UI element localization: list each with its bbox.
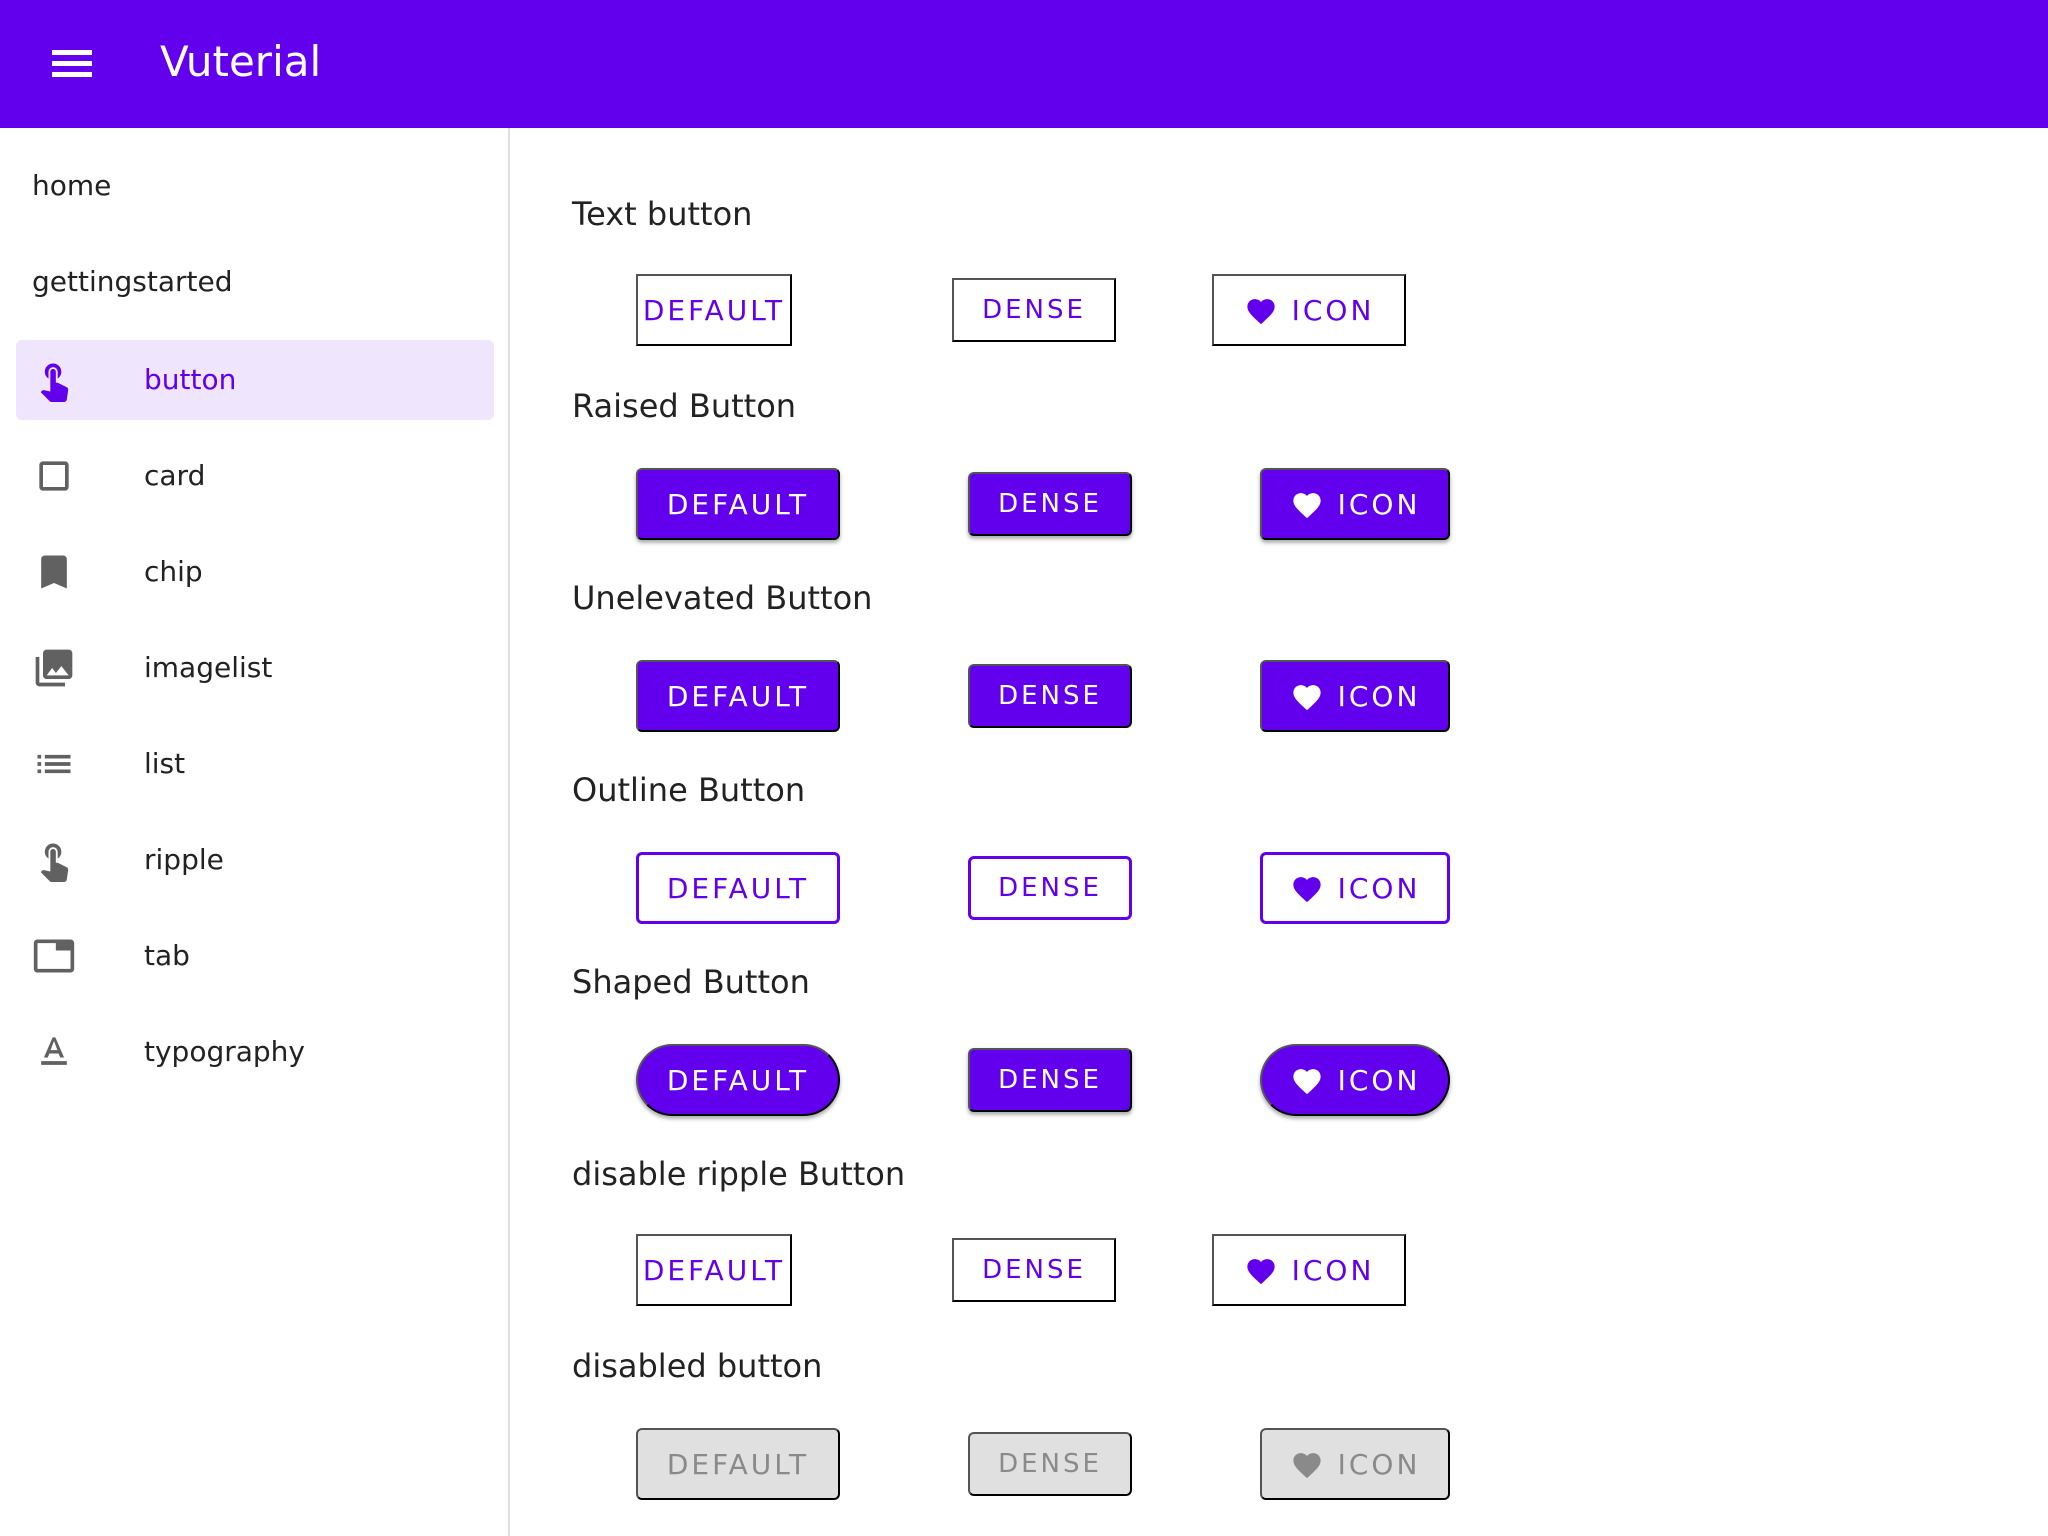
app-bar: Vuterial — [0, 0, 2048, 128]
section-title: Text button — [572, 195, 753, 233]
outline-icon-button[interactable]: ICON — [1260, 852, 1450, 924]
button-label: DEFAULT — [642, 1253, 786, 1287]
unelevated-default-button[interactable]: DEFAULT — [636, 660, 840, 732]
button-label: ICON — [1337, 487, 1421, 521]
heart-icon — [1292, 1069, 1321, 1095]
nav-item-ripple[interactable]: ripple — [16, 820, 494, 900]
button-label: DEFAULT — [666, 679, 810, 713]
button-label: ICON — [1337, 871, 1421, 905]
button-label: ICON — [1337, 679, 1421, 713]
raised-default-button[interactable]: DEFAULT — [636, 468, 840, 540]
nav-item-label: tab — [144, 939, 190, 972]
heart-icon — [1292, 1453, 1321, 1479]
raised-dense-button[interactable]: DENSE — [968, 472, 1132, 536]
shaped-icon-button[interactable]: ICON — [1260, 1044, 1450, 1116]
button-label: DEFAULT — [666, 871, 810, 905]
heart-icon — [1246, 299, 1275, 325]
button-label: DENSE — [998, 873, 1102, 903]
noripple-icon-button[interactable]: ICON — [1212, 1234, 1406, 1306]
button-label: ICON — [1291, 293, 1375, 327]
nav-item-gettingstarted[interactable]: gettingstarted — [16, 242, 494, 322]
touch-app-icon — [40, 843, 69, 882]
nav-item-list[interactable]: list — [16, 724, 494, 804]
nav-item-chip[interactable]: chip — [16, 532, 494, 612]
text-format-icon — [41, 1037, 67, 1065]
nav-item-home[interactable]: home — [16, 146, 494, 226]
text-default-button[interactable]: DEFAULT — [636, 274, 792, 346]
nav-item-label: home — [32, 169, 112, 202]
section-title: Outline Button — [572, 771, 806, 809]
raised-icon-button[interactable]: ICON — [1260, 468, 1450, 540]
disabled-default-button: DEFAULT — [636, 1428, 840, 1500]
navigation-drawer: home gettingstarted button card chip ima… — [0, 128, 510, 1536]
disabled-dense-button: DENSE — [968, 1432, 1132, 1496]
nav-item-typography[interactable]: typography — [16, 1012, 494, 1092]
button-label: DENSE — [998, 489, 1102, 519]
heart-icon — [1292, 493, 1321, 519]
nav-item-label: ripple — [144, 843, 224, 876]
noripple-dense-button[interactable]: DENSE — [952, 1238, 1116, 1302]
outline-default-button[interactable]: DEFAULT — [636, 852, 840, 924]
text-dense-button[interactable]: DENSE — [952, 278, 1116, 342]
shaped-dense-button[interactable]: DENSE — [968, 1048, 1132, 1112]
nav-item-button[interactable]: button — [16, 340, 494, 420]
photo-library-icon — [35, 649, 73, 687]
heart-icon — [1292, 877, 1321, 903]
heart-icon — [1292, 685, 1321, 711]
nav-item-label: chip — [144, 555, 203, 588]
bookmark-icon — [41, 555, 67, 589]
shaped-default-button[interactable]: DEFAULT — [636, 1044, 840, 1116]
menu-icon[interactable] — [44, 40, 100, 88]
nav-item-imagelist[interactable]: imagelist — [16, 628, 494, 708]
list-icon — [37, 754, 71, 774]
unelevated-dense-button[interactable]: DENSE — [968, 664, 1132, 728]
text-icon-button[interactable]: ICON — [1212, 274, 1406, 346]
app-title: Vuterial — [160, 37, 322, 86]
touch-app-icon — [40, 363, 69, 402]
nav-item-card[interactable]: card — [16, 436, 494, 516]
button-label: DENSE — [982, 295, 1086, 325]
section-title: disabled button — [572, 1347, 823, 1385]
nav-item-label: card — [144, 459, 206, 492]
nav-item-label: typography — [144, 1035, 305, 1068]
nav-item-label: button — [144, 363, 237, 396]
tab-icon — [33, 939, 75, 973]
button-label: ICON — [1337, 1447, 1421, 1481]
noripple-default-button[interactable]: DEFAULT — [636, 1234, 792, 1306]
button-label: DENSE — [998, 1449, 1102, 1479]
button-label: DENSE — [998, 1065, 1102, 1095]
outline-dense-button[interactable]: DENSE — [968, 856, 1132, 920]
button-label: ICON — [1337, 1063, 1421, 1097]
button-label: DEFAULT — [666, 1447, 810, 1481]
section-title: Raised Button — [572, 387, 797, 425]
button-label: DEFAULT — [666, 487, 810, 521]
button-label: DEFAULT — [666, 1063, 810, 1097]
section-title: Shaped Button — [572, 963, 810, 1001]
nav-item-label: gettingstarted — [32, 265, 233, 298]
crop-square-icon — [39, 461, 69, 491]
nav-item-label: list — [144, 747, 186, 780]
heart-icon — [1246, 1259, 1275, 1285]
button-label: DENSE — [982, 1255, 1086, 1285]
disabled-icon-button: ICON — [1260, 1428, 1450, 1500]
nav-item-label: imagelist — [144, 651, 273, 684]
section-title: Unelevated Button — [572, 579, 873, 617]
button-label: DENSE — [998, 681, 1102, 711]
button-label: ICON — [1291, 1253, 1375, 1287]
nav-item-tab[interactable]: tab — [16, 916, 494, 996]
button-label: DEFAULT — [642, 293, 786, 327]
section-title: disable ripple Button — [572, 1155, 906, 1193]
unelevated-icon-button[interactable]: ICON — [1260, 660, 1450, 732]
